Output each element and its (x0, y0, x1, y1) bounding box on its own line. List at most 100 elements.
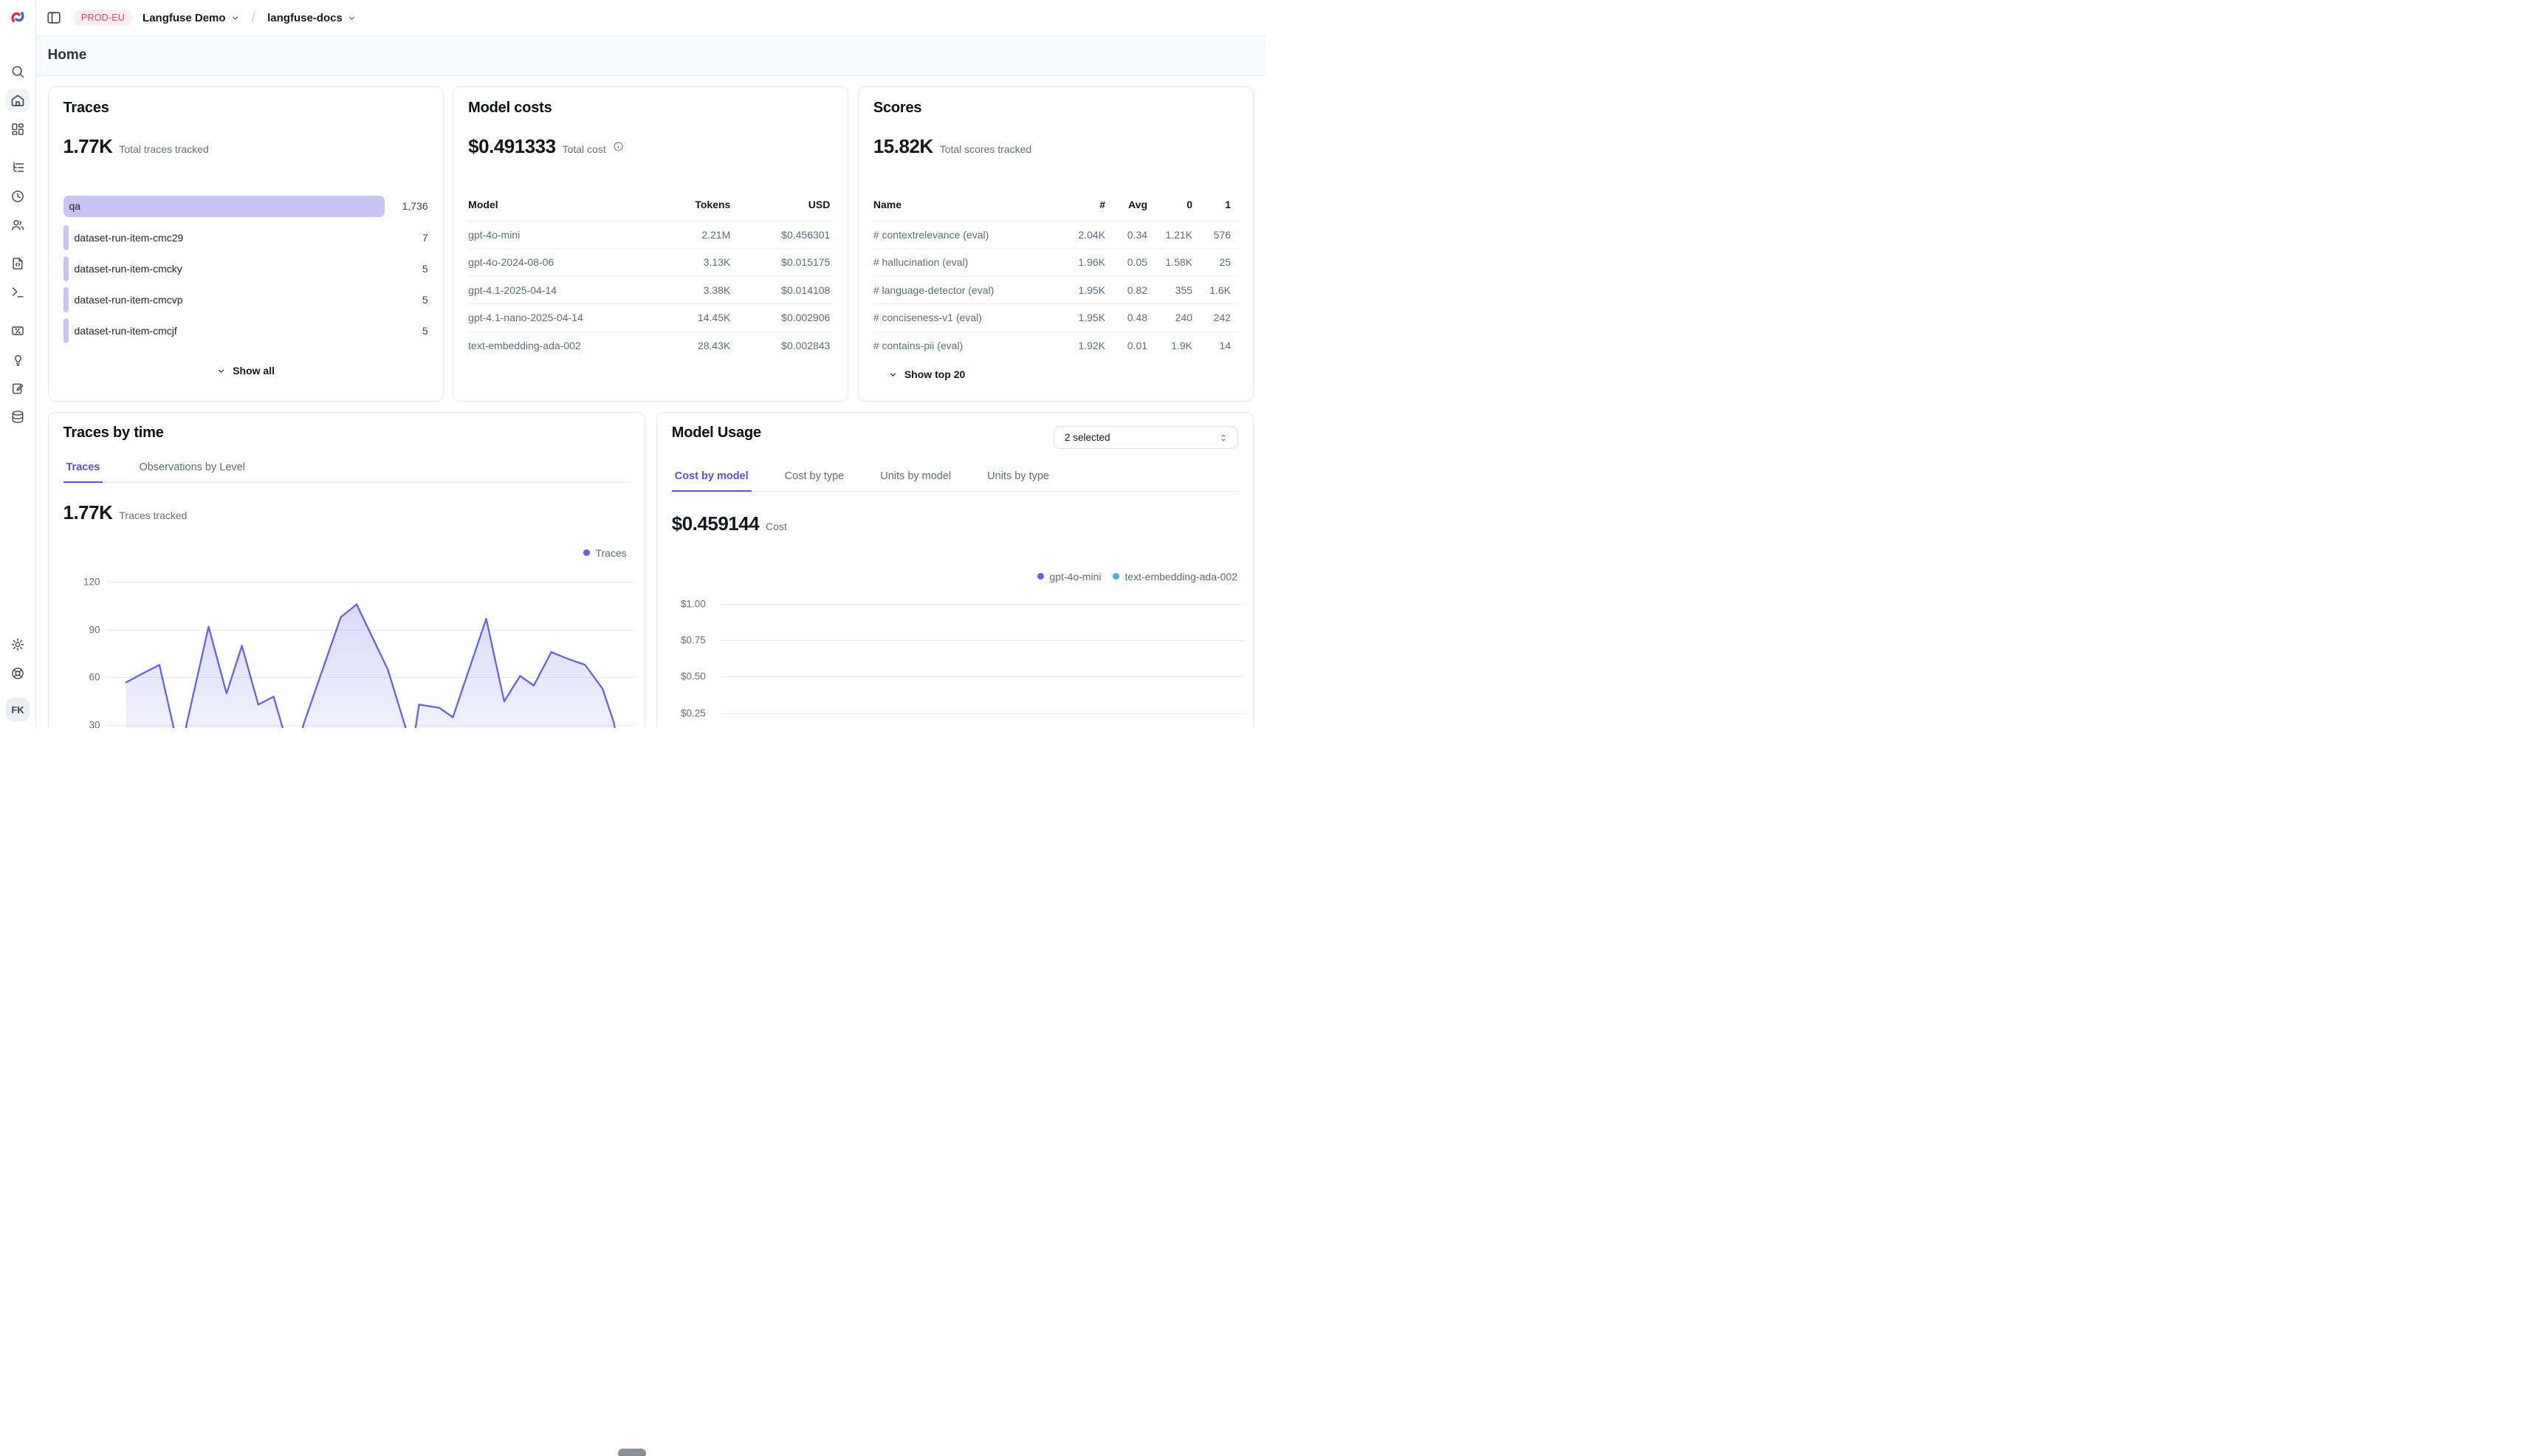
model-costs-card: Model costs $0.491333 Total cost Model T… (453, 86, 848, 402)
col-zero: 0 (1147, 199, 1192, 210)
top-bar: PROD-EU Langfuse Demo / langfuse-docs (36, 0, 1266, 36)
horizontal-scrollbar-thumb[interactable] (618, 1449, 646, 1456)
org-name: Langfuse Demo (142, 12, 226, 24)
breadcrumb-separator: / (252, 10, 256, 27)
tab-units-by-type[interactable]: Units by type (984, 470, 1052, 492)
total-cost: $0.491333 (468, 135, 555, 158)
evaluation-icon[interactable] (6, 316, 30, 345)
annotation-lightbulb-icon[interactable] (6, 345, 30, 374)
traces-total: 1.77K (63, 135, 113, 158)
table-row[interactable]: # conciseness-v1 (eval)1.95K0.48240242 (873, 304, 1238, 332)
card-title: Model Usage (672, 425, 761, 442)
chart-legend: Traces (583, 547, 626, 559)
main-column: PROD-EU Langfuse Demo / langfuse-docs Ho… (36, 0, 1266, 728)
support-lifebuoy-icon[interactable] (6, 659, 30, 687)
playground-terminal-icon[interactable] (6, 278, 30, 306)
trace-row[interactable]: dataset-run-item-cmc297 (63, 225, 428, 250)
project-selector[interactable]: langfuse-docs (267, 12, 357, 24)
table-row[interactable]: gpt-4.1-nano-2025-04-1414.45K$0.002906 (468, 304, 833, 332)
usage-cost: $0.459144 (672, 512, 759, 535)
prompts-icon[interactable] (6, 249, 30, 278)
page-header: Home (36, 36, 1266, 76)
org-selector[interactable]: Langfuse Demo (142, 12, 240, 24)
datasets-clipboard-icon[interactable] (6, 374, 30, 402)
trace-row[interactable]: dataset-run-item-cmcjf5 (63, 318, 428, 343)
legend-gpt-4o-mini: gpt-4o-mini (1037, 571, 1101, 583)
traces-tracked: 1.77K (63, 501, 113, 524)
legend-dot (583, 549, 590, 556)
tab-observations-by-level[interactable]: Observations by Level (136, 461, 247, 483)
model-costs-table: Model Tokens USD gpt-4o-mini2.21M$0.4563… (468, 199, 833, 360)
info-icon[interactable] (613, 141, 624, 152)
col-name: Name (873, 199, 1062, 210)
tab-units-by-model[interactable]: Units by model (877, 470, 954, 492)
users-icon[interactable] (6, 210, 30, 239)
legend-dot (1113, 573, 1119, 580)
col-tokens: Tokens (642, 199, 730, 210)
chevron-down-icon (230, 13, 240, 23)
app-root: FK PROD-EU Langfuse Demo / langfuse-docs… (0, 0, 1266, 728)
chevron-down-icon (347, 13, 357, 23)
col-one: 1 (1192, 199, 1231, 210)
page-title: Home (48, 47, 87, 63)
sidebar-nav (6, 57, 30, 431)
trace-row[interactable]: dataset-run-item-cmcky5 (63, 256, 428, 281)
card-title: Traces by time (63, 425, 164, 442)
traces-time-chart: 120 90 60 30 (49, 413, 645, 729)
show-all-button[interactable]: Show all (49, 365, 443, 377)
table-row[interactable]: # language-detector (eval)1.95K0.823551.… (873, 277, 1238, 305)
tracing-icon[interactable] (6, 153, 30, 182)
sidebar-bottom: FK (6, 630, 30, 728)
table-row[interactable]: # contains-pii (eval)1.92K0.011.9K14 (873, 332, 1238, 360)
scores-table: Name # Avg 0 1 # contextrelevance (eval)… (873, 199, 1238, 360)
sessions-clock-icon[interactable] (6, 182, 30, 210)
tab-traces[interactable]: Traces (63, 461, 103, 483)
traces-by-time-tabs: Traces Observations by Level (63, 461, 630, 483)
scores-card: Scores 15.82K Total scores tracked Name … (858, 86, 1254, 402)
table-row[interactable]: # hallucination (eval)1.96K0.051.58K25 (873, 249, 1238, 277)
home-icon[interactable] (6, 89, 30, 112)
environment-badge: PROD-EU (74, 10, 132, 26)
langfuse-logo[interactable] (9, 8, 27, 26)
trace-row[interactable]: qa1,736 (63, 196, 428, 217)
database-icon[interactable] (6, 402, 30, 431)
content: Traces 1.77K Total traces tracked qa1,73… (36, 76, 1266, 729)
chevron-down-icon (216, 366, 226, 376)
trace-row[interactable]: dataset-run-item-cmcvp5 (63, 287, 428, 312)
search-icon[interactable] (6, 57, 30, 86)
tab-cost-by-model[interactable]: Cost by model (672, 470, 752, 492)
table-row[interactable]: gpt-4o-mini2.21M$0.456301 (468, 222, 833, 250)
settings-gear-icon[interactable] (6, 630, 30, 659)
col-model: Model (468, 199, 642, 210)
table-row[interactable]: text-embedding-ada-00228.43K$0.002843 (468, 332, 833, 360)
model-usage-tabs: Cost by model Cost by type Units by mode… (672, 470, 1238, 492)
chart-legend: gpt-4o-mini text-embedding-ada-002 (1037, 571, 1237, 583)
tab-cost-by-type[interactable]: Cost by type (782, 470, 848, 492)
card-title: Traces (63, 100, 428, 117)
model-select-dropdown[interactable]: 2 selected (1054, 426, 1238, 449)
card-title: Scores (873, 100, 1238, 117)
legend-text-embedding-ada-002: text-embedding-ada-002 (1113, 571, 1237, 583)
table-row[interactable]: gpt-4.1-2025-04-143.38K$0.014108 (468, 277, 833, 305)
model-usage-card: Model Usage 2 selected Cost by model Cos… (656, 412, 1254, 729)
card-title: Model costs (468, 100, 833, 117)
traces-card: Traces 1.77K Total traces tracked qa1,73… (48, 86, 444, 402)
dashboards-icon[interactable] (6, 114, 30, 143)
chevrons-up-down-icon (1218, 433, 1229, 443)
sidebar-toggle-icon[interactable] (46, 9, 63, 27)
col-avg: Avg (1105, 199, 1147, 210)
scores-total-label: Total scores tracked (940, 143, 1032, 155)
table-row[interactable]: # contextrelevance (eval)2.04K0.341.21K5… (873, 222, 1238, 250)
sidebar: FK (0, 0, 36, 728)
col-count: # (1062, 199, 1105, 210)
scores-total: 15.82K (873, 135, 933, 158)
usage-cost-label: Cost (766, 521, 787, 532)
user-avatar[interactable]: FK (6, 698, 30, 721)
show-top-20-button[interactable]: Show top 20 (888, 368, 1253, 380)
chevron-down-icon (888, 370, 898, 380)
table-row[interactable]: gpt-4o-2024-08-063.13K$0.015175 (468, 249, 833, 277)
traces-tracked-label: Traces tracked (119, 509, 187, 521)
total-cost-label: Total cost (563, 143, 606, 155)
project-name: langfuse-docs (267, 12, 343, 24)
traces-by-time-card: Traces by time Traces Observations by Le… (48, 412, 645, 729)
